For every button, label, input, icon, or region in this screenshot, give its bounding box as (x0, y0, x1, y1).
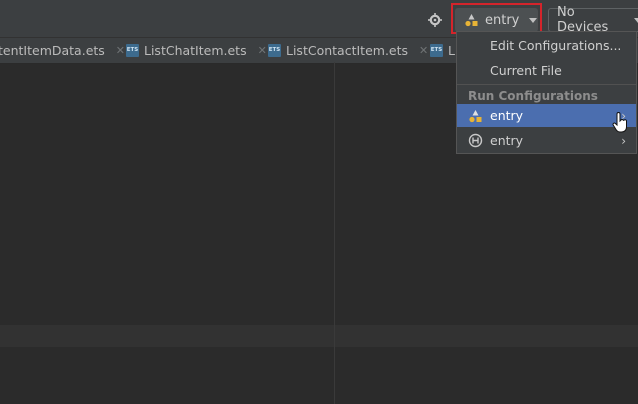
run-config-entry-app[interactable]: entry › (457, 104, 636, 127)
close-icon[interactable]: ✕ (116, 44, 125, 57)
ets-file-icon: ETS (268, 44, 281, 57)
ets-file-icon: ETS (126, 44, 139, 57)
current-file-item[interactable]: Current File (457, 59, 636, 82)
target-gear-icon[interactable] (428, 13, 442, 27)
run-configuration-label: entry (485, 12, 520, 28)
menu-item-label: Edit Configurations... (490, 38, 622, 53)
tab-item-data[interactable]: tentItemData.ets ✕ (0, 38, 125, 63)
editor-split-divider[interactable] (334, 62, 335, 404)
menu-item-label: entry (490, 108, 524, 123)
tab-list-contact-item[interactable]: ETS ListContactItem.ets ✕ (268, 38, 428, 63)
device-selector[interactable]: No Devices (548, 5, 638, 35)
chevron-right-icon: › (621, 133, 626, 148)
app-module-icon (465, 14, 478, 27)
run-configurations-dropdown: Edit Configurations... Current File Run … (456, 31, 637, 154)
close-icon[interactable]: ✕ (258, 44, 267, 57)
tab-partial[interactable]: ETS L (430, 38, 455, 63)
close-icon[interactable]: ✕ (419, 44, 428, 57)
app-module-icon (469, 109, 482, 122)
chevron-down-icon (529, 17, 538, 23)
menu-item-label: entry (490, 133, 524, 148)
tab-label: L (448, 43, 455, 58)
hand-cursor-icon (612, 112, 627, 133)
chevron-down-icon (634, 17, 638, 23)
current-line-highlight (0, 325, 638, 347)
run-config-entry-harmony[interactable]: entry › (457, 129, 636, 152)
menu-item-label: Current File (490, 63, 562, 78)
tab-label: tentItemData.ets (0, 43, 105, 58)
tab-label: ListChatItem.ets (144, 43, 247, 58)
tab-list-chat-item[interactable]: ETS ListChatItem.ets ✕ (126, 38, 267, 63)
harmony-h-icon (468, 133, 483, 148)
tab-label: ListContactItem.ets (286, 43, 409, 58)
run-configuration-selector[interactable]: entry (455, 8, 538, 32)
section-header-label: Run Configurations (468, 88, 598, 103)
edit-configurations-item[interactable]: Edit Configurations... (457, 34, 636, 57)
ets-file-icon: ETS (430, 44, 443, 57)
